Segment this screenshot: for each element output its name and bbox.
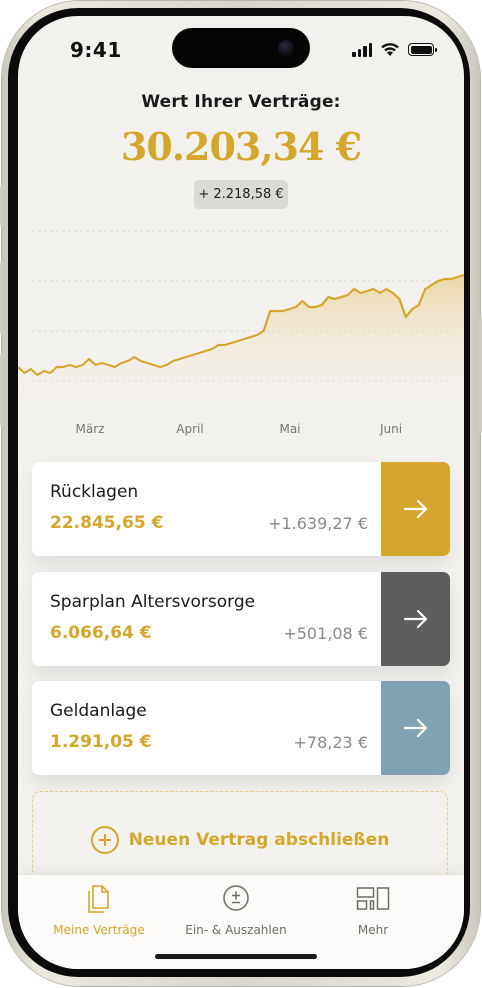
contract-value: 1.291,05 € (50, 732, 152, 752)
open-contract-button[interactable] (381, 462, 450, 556)
plus-circle-icon (90, 826, 119, 854)
value-chart-svg (18, 230, 464, 416)
new-contract-label: Neuen Vertrag abschließen (128, 830, 390, 850)
contract-name: Geldanlage (50, 701, 147, 721)
arrow-right-icon (403, 718, 427, 738)
x-tick-label: Mai (279, 422, 301, 436)
contract-name: Rücklagen (50, 482, 139, 502)
contract-card-sparplan[interactable]: Sparplan Altersvorsorge 6.066,64 € +501,… (32, 572, 450, 666)
x-tick-label: April (176, 422, 204, 436)
x-tick-label: Juni (379, 422, 403, 436)
dynamic-island (172, 28, 310, 68)
contract-change: +1.639,27 € (268, 514, 368, 533)
tab-meine-vertraege[interactable]: Meine Verträge (29, 883, 169, 937)
value-chart: März April Mai Juni (18, 216, 464, 446)
total-value: 30.203,34 € (120, 124, 362, 169)
status-time: 9:41 (70, 38, 122, 62)
tab-label: Mehr (357, 923, 389, 937)
open-contract-button[interactable] (381, 681, 450, 775)
documents-icon (88, 885, 109, 913)
grid-icon (356, 887, 390, 910)
home-indicator (155, 954, 317, 959)
power-button (478, 316, 482, 434)
contract-card-ruecklagen[interactable]: Rücklagen 22.845,65 € +1.639,27 € (32, 462, 450, 556)
app-screen: 9:41 Wert Ihrer Verträge: 30.203,34 € + … (18, 16, 464, 969)
contract-value: 6.066,64 € (50, 623, 152, 643)
open-contract-button[interactable] (381, 572, 450, 666)
tab-mehr[interactable]: Mehr (303, 883, 443, 937)
status-icons (352, 42, 437, 57)
contract-name: Sparplan Altersvorsorge (50, 592, 256, 612)
arrow-right-icon (403, 499, 427, 519)
action-button (0, 186, 4, 226)
x-tick-label: März (75, 422, 105, 436)
total-change-badge: + 2.218,58 € (194, 180, 288, 209)
contract-value: 22.845,65 € (50, 513, 164, 533)
wifi-icon (381, 43, 399, 56)
battery-icon (408, 43, 437, 56)
tab-ein-auszahlen[interactable]: Ein- & Auszahlen (166, 883, 306, 937)
contract-card-geldanlage[interactable]: Geldanlage 1.291,05 € +78,23 € (32, 681, 450, 775)
plus-minus-icon (223, 885, 249, 911)
page-title: Wert Ihrer Verträge: (141, 92, 341, 112)
contract-change: +501,08 € (283, 624, 368, 643)
cellular-signal-icon (352, 42, 372, 57)
arrow-right-icon (403, 609, 427, 629)
contract-change: +78,23 € (293, 733, 368, 752)
tab-label: Ein- & Auszahlen (185, 923, 287, 937)
tab-label: Meine Verträge (53, 923, 145, 937)
volume-down-button (0, 354, 4, 426)
volume-up-button (0, 262, 4, 334)
camera-icon (278, 40, 294, 56)
